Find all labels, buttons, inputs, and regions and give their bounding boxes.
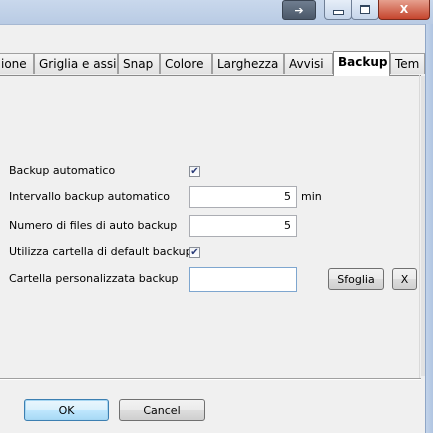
tab-width[interactable]: Larghezza bbox=[212, 53, 284, 74]
tab-grid-axes[interactable]: Griglia e assi bbox=[34, 53, 118, 74]
close-button[interactable]: X bbox=[378, 0, 430, 20]
maximize-button[interactable] bbox=[351, 0, 379, 20]
default-folder-label: Utilizza cartella di default backup bbox=[9, 245, 193, 258]
maximize-icon bbox=[360, 5, 370, 14]
interval-unit: min bbox=[301, 190, 322, 203]
custom-folder-label: Cartella personalizzata backup bbox=[9, 272, 179, 285]
auto-backup-label: Backup automatico bbox=[9, 164, 116, 177]
custom-folder-input[interactable] bbox=[189, 267, 297, 292]
ok-button[interactable]: OK bbox=[24, 399, 109, 421]
window-frame-right bbox=[425, 24, 433, 433]
tab-templates[interactable]: Tem bbox=[390, 53, 425, 74]
tab-color[interactable]: Colore bbox=[160, 53, 212, 74]
interval-input[interactable]: 5 bbox=[189, 186, 297, 208]
tab-snap[interactable]: Snap bbox=[118, 53, 160, 74]
footer-separator bbox=[0, 378, 421, 380]
tab-warnings[interactable]: Avvisi bbox=[284, 53, 333, 74]
default-folder-checkbox[interactable]: ✔ bbox=[189, 247, 200, 258]
auto-backup-checkbox[interactable]: ✔ bbox=[189, 166, 200, 177]
minimize-button[interactable] bbox=[324, 0, 352, 20]
interval-label: Intervallo backup automatico bbox=[9, 190, 171, 203]
arrow-icon[interactable]: ➔ bbox=[282, 0, 316, 20]
tab-backup[interactable]: Backup bbox=[333, 51, 390, 76]
check-icon: ✔ bbox=[190, 165, 199, 177]
clear-folder-button[interactable]: X bbox=[392, 268, 417, 290]
cancel-button[interactable]: Cancel bbox=[119, 399, 205, 421]
minimize-icon bbox=[332, 10, 344, 15]
num-files-input[interactable]: 5 bbox=[189, 215, 297, 237]
check-icon: ✔ bbox=[190, 246, 199, 258]
browse-button[interactable]: Sfoglia bbox=[328, 268, 384, 290]
tab-general[interactable]: ione bbox=[0, 53, 34, 74]
num-files-label: Numero di files di auto backup bbox=[9, 219, 178, 232]
vertical-scrollbar[interactable] bbox=[421, 76, 425, 376]
close-icon: X bbox=[399, 3, 409, 16]
panel-border bbox=[419, 75, 420, 379]
title-bar: ➔ X bbox=[0, 0, 433, 25]
